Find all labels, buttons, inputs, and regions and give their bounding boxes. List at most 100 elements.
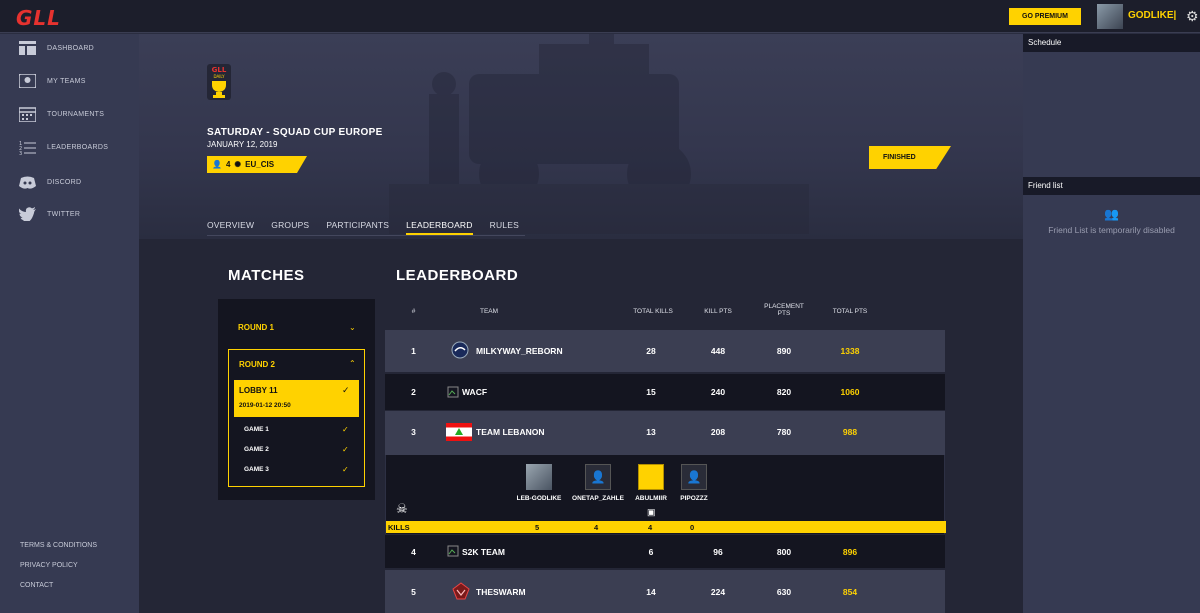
go-premium-button[interactable]: GO PREMIUM bbox=[1009, 8, 1081, 25]
rank: 4 bbox=[411, 547, 416, 557]
event-banner: GLL DAILY SATURDAY - SQUAD CUP EUROPE JA… bbox=[139, 34, 1023, 239]
lobby-item[interactable]: LOBBY 11 2019-01-12 20:50 ✓ bbox=[234, 380, 359, 417]
kills-label: KILLS bbox=[388, 523, 410, 532]
gll-logo[interactable]: GLL bbox=[16, 6, 61, 30]
discord-icon bbox=[18, 174, 37, 190]
schedule-panel bbox=[1023, 52, 1200, 177]
broken-image-icon bbox=[447, 545, 459, 557]
gll-daily-badge: GLL DAILY bbox=[207, 64, 231, 100]
teams-icon bbox=[18, 73, 37, 89]
rank: 3 bbox=[411, 427, 416, 437]
contact-link[interactable]: CONTACT bbox=[20, 582, 53, 589]
round-2-section: ROUND 2 ⌃ LOBBY 11 2019-01-12 20:50 ✓ GA… bbox=[228, 349, 365, 487]
sidebar-item-dashboard[interactable]: DASHBOARD bbox=[18, 38, 94, 58]
event-date: JANUARY 12, 2019 bbox=[207, 140, 278, 149]
team-name[interactable]: TEAM LEBANON bbox=[476, 427, 544, 437]
region-icon: ✺ bbox=[234, 160, 242, 169]
tab-groups[interactable]: GROUPS bbox=[271, 220, 309, 235]
col-total-pts: TOTAL PTS bbox=[832, 308, 868, 315]
col-placement-pts: PLACEMENT PTS bbox=[754, 303, 814, 317]
terms-link[interactable]: TERMS & CONDITIONS bbox=[20, 542, 97, 549]
tab-rules[interactable]: RULES bbox=[490, 220, 519, 235]
sidebar-item-my-teams[interactable]: MY TEAMS bbox=[18, 71, 86, 91]
total-kills: 13 bbox=[646, 427, 656, 437]
friend-list-heading: Friend list bbox=[1023, 177, 1200, 195]
schedule-heading: Schedule bbox=[1023, 34, 1200, 52]
svg-text:DAILY: DAILY bbox=[213, 74, 225, 79]
player-name[interactable]: PIPOZZZ bbox=[659, 495, 729, 502]
tab-overview[interactable]: OVERVIEW bbox=[207, 220, 254, 235]
kill-pts: 96 bbox=[713, 547, 723, 557]
lobby-time: 2019-01-12 20:50 bbox=[239, 402, 291, 409]
total-pts: 988 bbox=[842, 427, 858, 437]
banner-artwork bbox=[389, 34, 809, 234]
sidebar-item-discord[interactable]: DISCORD bbox=[18, 172, 81, 192]
team-players-panel: 👤 👤 LEB-GODLIKE ONETAP_ZAHLE ABULMIIR PI… bbox=[385, 455, 946, 534]
game-item-1[interactable]: GAME 1 bbox=[244, 426, 269, 433]
team-name[interactable]: THESWARM bbox=[476, 587, 526, 597]
leaderboards-icon: 123 bbox=[18, 139, 37, 155]
main-content: GLL DAILY SATURDAY - SQUAD CUP EUROPE JA… bbox=[139, 34, 1023, 613]
privacy-link[interactable]: PRIVACY POLICY bbox=[20, 562, 78, 569]
user-icon[interactable]: 👤 bbox=[681, 464, 707, 490]
player-avatar[interactable] bbox=[638, 464, 664, 490]
rank: 5 bbox=[411, 587, 416, 597]
event-tag: 👤 4 ✺ EU_CIS bbox=[207, 156, 307, 173]
lebanon-flag-icon bbox=[446, 423, 472, 441]
sidebar-item-label: TOURNAMENTS bbox=[47, 110, 105, 118]
total-kills: 28 bbox=[646, 346, 656, 356]
broken-image-icon bbox=[447, 386, 459, 398]
chevron-down-icon[interactable]: ⌄ bbox=[349, 323, 356, 332]
tab-participants[interactable]: PARTICIPANTS bbox=[326, 220, 389, 235]
sidebar-item-tournaments[interactable]: TOURNAMENTS bbox=[18, 104, 104, 124]
player-avatar[interactable] bbox=[526, 464, 552, 490]
table-row[interactable]: 2 WACF 15 240 820 1060 bbox=[385, 374, 945, 410]
tab-bar: OVERVIEW GROUPS PARTICIPANTS LEADERBOARD… bbox=[207, 220, 525, 236]
svg-text:GLL: GLL bbox=[212, 66, 227, 74]
sidebar-item-label: DISCORD bbox=[47, 178, 82, 186]
table-row[interactable]: 1 MILKYWAY_REBORN 28 448 890 1338 bbox=[385, 330, 945, 372]
team-name[interactable]: S2K TEAM bbox=[462, 547, 505, 557]
leaderboard-heading: LEADERBOARD bbox=[396, 267, 519, 284]
col-team: TEAM bbox=[479, 308, 499, 315]
lobby-name: LOBBY 11 bbox=[239, 386, 278, 395]
game-item-2[interactable]: GAME 2 bbox=[244, 446, 269, 453]
total-kills: 6 bbox=[648, 547, 654, 557]
kills-bar: KILLS 5 4 4 0 bbox=[386, 521, 946, 533]
team-name[interactable]: WACF bbox=[462, 387, 487, 397]
friend-list-message: Friend List is temporarily disabled bbox=[1048, 225, 1175, 235]
total-pts: 1338 bbox=[840, 346, 860, 356]
team-logo bbox=[451, 341, 469, 359]
chevron-up-icon[interactable]: ⌃ bbox=[349, 359, 356, 368]
twitch-icon[interactable]: ▣ bbox=[647, 507, 656, 518]
gear-icon[interactable]: ⚙ bbox=[1186, 8, 1199, 25]
round-1-toggle[interactable]: ROUND 1 bbox=[238, 323, 274, 332]
sidebar-item-label: DASHBOARD bbox=[47, 44, 95, 52]
player-kills: 5 bbox=[535, 523, 540, 532]
check-icon: ✓ bbox=[342, 465, 349, 474]
round-2-toggle[interactable]: ROUND 2 bbox=[239, 360, 275, 369]
game-item-3[interactable]: GAME 3 bbox=[244, 466, 269, 473]
table-row[interactable]: 4 S2K TEAM 6 96 800 896 bbox=[385, 535, 945, 568]
event-title: SATURDAY - SQUAD CUP EUROPE bbox=[207, 127, 383, 138]
tab-leaderboard[interactable]: LEADERBOARD bbox=[406, 220, 473, 235]
team-name[interactable]: MILKYWAY_REBORN bbox=[476, 346, 563, 356]
sidebar-item-leaderboards[interactable]: 123 LEADERBOARDS bbox=[18, 137, 108, 157]
check-icon: ✓ bbox=[342, 385, 350, 395]
placement-pts: 890 bbox=[776, 346, 792, 356]
tournaments-icon bbox=[18, 106, 37, 122]
total-kills: 15 bbox=[646, 387, 656, 397]
total-pts: 896 bbox=[842, 547, 858, 557]
status-badge: FINISHED bbox=[869, 146, 951, 169]
user-icon[interactable]: 👤 bbox=[585, 464, 611, 490]
team-size: 4 bbox=[225, 160, 231, 169]
col-kill-pts: KILL PTS bbox=[704, 308, 732, 315]
matches-panel: ROUND 1 ⌄ ROUND 2 ⌃ LOBBY 11 2019-01-12 … bbox=[218, 299, 375, 500]
col-placement-line2: PTS bbox=[777, 310, 791, 317]
username[interactable]: GODLIKE| bbox=[1128, 10, 1176, 21]
user-avatar[interactable] bbox=[1097, 4, 1123, 29]
sidebar-item-twitter[interactable]: TWITTER bbox=[18, 204, 80, 224]
friends-icon: 👥 bbox=[1104, 207, 1119, 221]
table-row[interactable]: 5 THESWARM 14 224 630 854 bbox=[385, 570, 945, 613]
table-row[interactable]: 3 TEAM LEBANON 13 208 780 988 bbox=[385, 411, 945, 455]
